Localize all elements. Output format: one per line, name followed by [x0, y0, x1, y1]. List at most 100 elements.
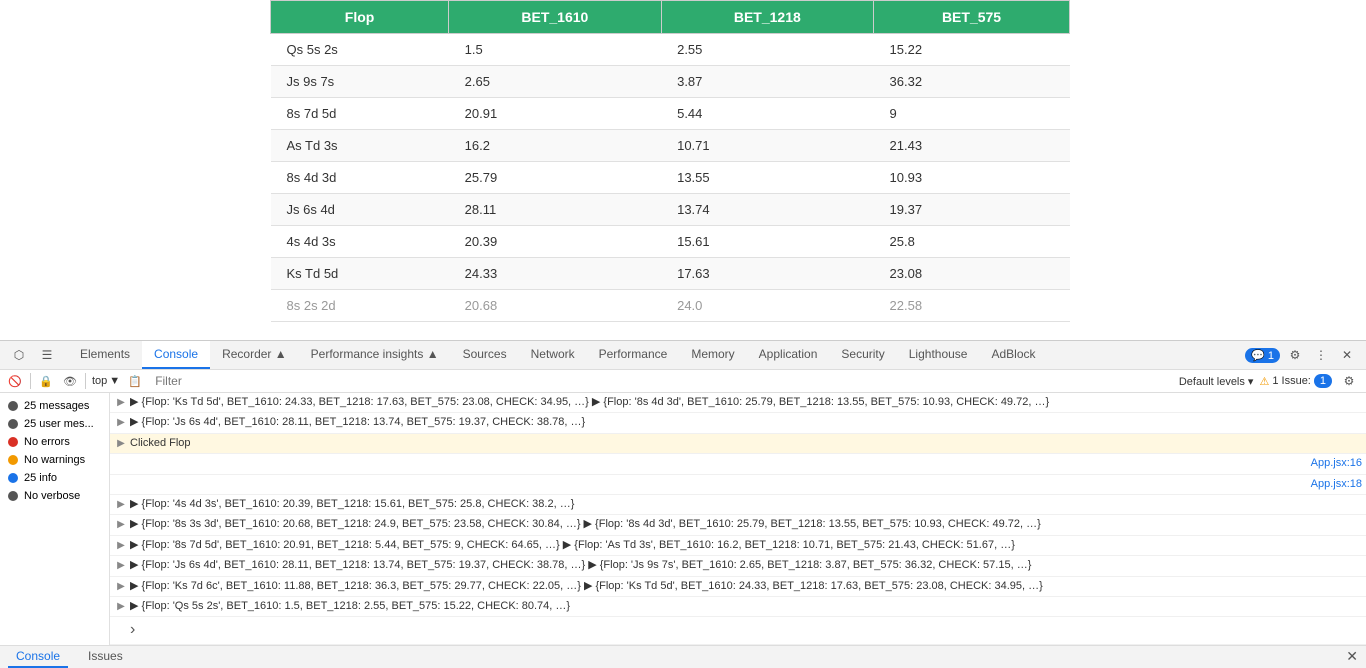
sidebar-item-warning[interactable]: No warnings — [0, 451, 109, 469]
expand-icon[interactable]: ▶ — [114, 580, 128, 594]
level-select[interactable]: Default levels ▾ — [1179, 375, 1254, 388]
cell-5-2: 13.74 — [661, 194, 873, 226]
console-left-sidebar: 25 messages25 user mes...No errorsNo war… — [0, 393, 110, 645]
sidebar-item-error[interactable]: No errors — [0, 433, 109, 451]
console-line-0[interactable]: ▶▶ {Flop: 'Ks Td 5d', BET_1610: 24.33, B… — [110, 393, 1366, 413]
expand-icon[interactable]: ▶ — [114, 416, 128, 430]
cell-0-2: 2.55 — [661, 34, 873, 66]
table-header-row: Flop BET_1610 BET_1218 BET_575 — [271, 1, 1070, 34]
expand-icon[interactable]: ▶ — [114, 600, 128, 614]
context-selector[interactable]: top ▼ — [92, 375, 120, 387]
sidebar-item-verbose[interactable]: No verbose — [0, 487, 109, 505]
devtools-tab-network[interactable]: Network — [519, 341, 587, 369]
console-line-3[interactable]: App.jsx:16 — [110, 454, 1366, 474]
console-line-5[interactable]: ▶▶ {Flop: '4s 4d 3s', BET_1610: 20.39, B… — [110, 495, 1366, 515]
cell-3-0: As Td 3s — [271, 130, 449, 162]
expand-icon[interactable]: ▶ — [114, 539, 128, 553]
console-line-text: Clicked Flop — [130, 436, 1362, 451]
devtools-tab-console[interactable]: Console — [142, 341, 210, 369]
devtools-tab-performance-insights-▲[interactable]: Performance insights ▲ — [299, 341, 451, 369]
issue-badge[interactable]: ⚠ 1 Issue: 1 — [1259, 374, 1332, 388]
expand-icon[interactable]: ▶ — [114, 396, 128, 410]
console-main-area: 25 messages25 user mes...No errorsNo war… — [0, 393, 1366, 645]
cell-6-0: 4s 4d 3s — [271, 226, 449, 258]
cell-7-2: 17.63 — [661, 258, 873, 290]
close-bottom-icon[interactable]: ✕ — [1346, 648, 1358, 665]
cell-1-3: 36.32 — [874, 66, 1070, 98]
show-sidebar-icon[interactable]: 📋 — [126, 372, 144, 390]
console-line-text: ▶ {Flop: '4s 4d 3s', BET_1610: 20.39, BE… — [130, 497, 1362, 512]
console-line-text: ▶ {Flop: 'Ks Td 5d', BET_1610: 24.33, BE… — [130, 395, 1362, 410]
cell-1-1: 2.65 — [449, 66, 661, 98]
tab-issues[interactable]: Issues — [80, 646, 131, 668]
console-line-text: ▶ {Flop: '8s 7d 5d', BET_1610: 20.91, BE… — [130, 538, 1362, 553]
devtools-tab-performance[interactable]: Performance — [587, 341, 680, 369]
expand-icon[interactable]: ▶ — [114, 518, 128, 532]
console-line-4[interactable]: App.jsx:18 — [110, 475, 1366, 495]
table-row: 4s 4d 3s20.3915.6125.8 — [271, 226, 1070, 258]
expand-icon[interactable]: ▶ — [114, 498, 128, 512]
cell-5-3: 19.37 — [874, 194, 1070, 226]
line-bullet-icon: ▶ — [114, 437, 128, 451]
expand-icon[interactable]: ▶ — [114, 559, 128, 573]
console-line-10[interactable]: ▶▶ {Flop: 'Qs 5s 2s', BET_1610: 1.5, BET… — [110, 597, 1366, 617]
device-icon[interactable]: ☰ — [36, 344, 58, 366]
messages-area[interactable]: ▶▶ {Flop: 'Ks Td 5d', BET_1610: 24.33, B… — [110, 393, 1366, 645]
devtools-tab-recorder-▲[interactable]: Recorder ▲ — [210, 341, 299, 369]
console-line-9[interactable]: ▶▶ {Flop: 'Ks 7d 6c', BET_1610: 11.88, B… — [110, 577, 1366, 597]
table-row: 8s 2s 2d20.6824.022.58 — [271, 290, 1070, 322]
settings-console-icon[interactable]: ⚙ — [1338, 370, 1360, 392]
col-bet1610: BET_1610 — [449, 1, 661, 34]
sidebar-item-user[interactable]: 25 user mes... — [0, 415, 109, 433]
devtools-topbar-icons: ⬡ ☰ — [8, 344, 58, 366]
console-line-text: ▶ {Flop: 'Qs 5s 2s', BET_1610: 1.5, BET_… — [130, 599, 1362, 614]
devtools-tab-security[interactable]: Security — [829, 341, 896, 369]
tab-console[interactable]: Console — [8, 646, 68, 668]
devtools-panel: ⬡ ☰ ElementsConsoleRecorder ▲Performance… — [0, 340, 1366, 625]
sidebar-item-info[interactable]: 25 info — [0, 469, 109, 487]
devtools-tab-lighthouse[interactable]: Lighthouse — [897, 341, 980, 369]
col-flop: Flop — [271, 1, 449, 34]
devtools-tab-adblock[interactable]: AdBlock — [979, 341, 1047, 369]
table-row: Js 6s 4d28.1113.7419.37 — [271, 194, 1070, 226]
settings-icon[interactable]: ⚙ — [1284, 344, 1306, 366]
cell-8-0: 8s 2s 2d — [271, 290, 449, 322]
console-line-1[interactable]: ▶▶ {Flop: 'Js 6s 4d', BET_1610: 28.11, B… — [110, 413, 1366, 433]
devtools-tab-memory[interactable]: Memory — [679, 341, 746, 369]
preserve-log-icon[interactable]: 🔒 — [37, 372, 55, 390]
console-line-8[interactable]: ▶▶ {Flop: 'Js 6s 4d', BET_1610: 28.11, B… — [110, 556, 1366, 576]
table-row: Js 9s 7s2.653.8736.32 — [271, 66, 1070, 98]
console-line-6[interactable]: ▶▶ {Flop: '8s 3s 3d', BET_1610: 20.68, B… — [110, 515, 1366, 535]
table-row: As Td 3s16.210.7121.43 — [271, 130, 1070, 162]
devtools-tabbar: ⬡ ☰ ElementsConsoleRecorder ▲Performance… — [0, 341, 1366, 370]
table-row: 8s 4d 3d25.7913.5510.93 — [271, 162, 1070, 194]
console-line-source[interactable]: App.jsx:16 — [1311, 456, 1362, 471]
cell-4-2: 13.55 — [661, 162, 873, 194]
close-devtools-icon[interactable]: ✕ — [1336, 344, 1358, 366]
console-toolbar: 🚫 🔒 👁 top ▼ 📋 Default levels ▾ ⚠ 1 Issue… — [0, 370, 1366, 393]
cell-2-0: 8s 7d 5d — [271, 98, 449, 130]
devtools-tab-elements[interactable]: Elements — [68, 341, 142, 369]
col-bet575: BET_575 — [874, 1, 1070, 34]
inspect-icon[interactable]: ⬡ — [8, 344, 30, 366]
console-line-11[interactable]: › — [110, 617, 1366, 644]
more-icon[interactable]: ⋮ — [1310, 344, 1332, 366]
filter-input[interactable] — [150, 371, 1173, 391]
devtools-tabs: ElementsConsoleRecorder ▲Performance ins… — [68, 341, 1243, 369]
devtools-tab-sources[interactable]: Sources — [451, 341, 519, 369]
cell-8-1: 20.68 — [449, 290, 661, 322]
console-line-2[interactable]: ▶Clicked Flop — [110, 434, 1366, 454]
console-line-text: › — [130, 619, 1362, 641]
cell-0-0: Qs 5s 2s — [271, 34, 449, 66]
console-line-source[interactable]: App.jsx:18 — [1311, 477, 1362, 492]
live-expression-icon[interactable]: 👁 — [61, 372, 79, 390]
console-line-7[interactable]: ▶▶ {Flop: '8s 7d 5d', BET_1610: 20.91, B… — [110, 536, 1366, 556]
sidebar-item-all[interactable]: 25 messages — [0, 397, 109, 415]
console-badge: 💬 1 — [1245, 348, 1280, 363]
cell-2-3: 9 — [874, 98, 1070, 130]
devtools-tab-application[interactable]: Application — [747, 341, 830, 369]
table-row: Ks Td 5d24.3317.6323.08 — [271, 258, 1070, 290]
clear-icon[interactable]: 🚫 — [6, 372, 24, 390]
table-row: Qs 5s 2s1.52.5515.22 — [271, 34, 1070, 66]
cell-3-3: 21.43 — [874, 130, 1070, 162]
